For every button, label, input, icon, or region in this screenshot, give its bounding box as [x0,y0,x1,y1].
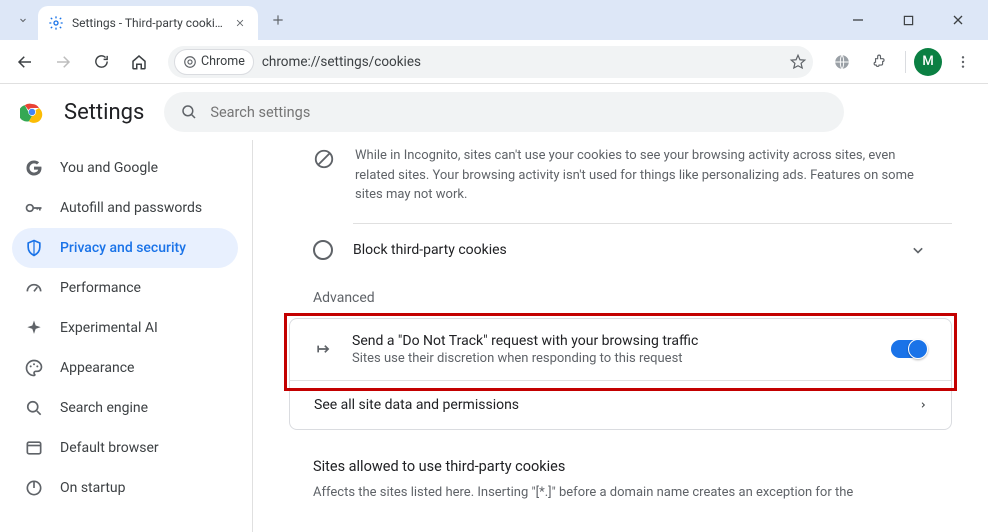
arrow-left-icon [16,53,34,71]
extensions-button[interactable] [863,45,897,79]
block-third-party-option[interactable]: Block third-party cookies [289,224,952,276]
address-bar[interactable]: Chrome chrome://settings/cookies [168,46,813,78]
dnt-subtitle: Sites use their discretion when respondi… [352,351,873,366]
sidebar-item-label: Autofill and passwords [60,200,202,216]
allowed-sites-desc: Affects the sites listed here. Inserting… [313,483,928,503]
sidebar-item-default-browser[interactable]: Default browser [12,428,238,468]
dnt-title: Send a "Do Not Track" request with your … [352,333,873,349]
incognito-info-row: While in Incognito, sites can't use your… [289,140,952,223]
settings-search-input[interactable] [210,104,828,121]
chrome-logo-icon [20,100,44,124]
key-icon [24,198,44,218]
puzzle-icon [872,53,889,70]
tab-close-button[interactable] [232,15,248,31]
url-text: chrome://settings/cookies [262,54,421,70]
browser-tab-active[interactable]: Settings - Third-party cookies [38,6,258,40]
sidebar-item-label: Appearance [60,360,134,376]
window-titlebar: Settings - Third-party cookies [0,0,988,40]
close-icon [952,14,964,26]
option-label: Block third-party cookies [353,242,888,258]
page-title: Settings [64,100,144,125]
chevron-right-icon [919,398,927,412]
sidebar-item-label: On startup [60,480,126,496]
shield-icon [24,238,44,258]
sidebar-item-label: You and Google [60,160,158,176]
sidebar-item-performance[interactable]: Performance [12,268,238,308]
privacy-globe-button[interactable] [825,45,859,79]
new-tab-button[interactable] [264,6,292,34]
dnt-toggle[interactable] [891,340,927,358]
see-all-label: See all site data and permissions [314,397,919,413]
radio-unchecked-icon[interactable] [313,240,333,260]
search-icon [180,103,198,121]
sidebar-item-label: Experimental AI [60,320,158,336]
allowed-sites-heading: Sites allowed to use third-party cookies [313,458,928,475]
bookmark-star-icon[interactable] [789,53,807,71]
browser-icon [24,438,44,458]
chrome-icon [183,55,197,69]
back-button[interactable] [8,45,42,79]
tabs-dropdown-button[interactable] [8,5,38,35]
power-icon [24,478,44,498]
sidebar-item-label: Default browser [60,440,159,456]
sidebar-item-experimental-ai[interactable]: Experimental AI [12,308,238,348]
sidebar-item-search-engine[interactable]: Search engine [12,388,238,428]
sidebar-item-label: Search engine [60,400,148,416]
maximize-icon [903,15,914,26]
sidebar-item-on-startup[interactable]: On startup [12,468,238,508]
chevron-down-icon[interactable] [908,240,928,260]
settings-header: Settings [0,84,988,140]
window-maximize-button[interactable] [886,5,930,35]
chevron-down-icon [17,14,29,26]
gear-icon [48,15,64,31]
browser-toolbar: Chrome chrome://settings/cookies M [0,40,988,84]
sidebar-item-privacy[interactable]: Privacy and security [12,228,238,268]
menu-button[interactable] [946,45,980,79]
settings-content: While in Incognito, sites can't use your… [253,140,988,532]
window-close-button[interactable] [936,5,980,35]
sidebar-item-you-and-google[interactable]: You and Google [12,148,238,188]
incognito-info-text: While in Incognito, sites can't use your… [355,146,928,205]
forward-button[interactable] [46,45,80,79]
home-button[interactable] [122,45,156,79]
minimize-icon [852,14,864,26]
advanced-section-label: Advanced [289,276,952,314]
speedometer-icon [24,278,44,298]
do-not-track-row[interactable]: Send a "Do Not Track" request with your … [290,319,951,380]
reload-button[interactable] [84,45,118,79]
home-icon [130,53,148,71]
globe-icon [833,53,851,71]
arrow-right-icon [54,53,72,71]
sidebar-item-autofill[interactable]: Autofill and passwords [12,188,238,228]
kebab-icon [955,54,971,70]
sidebar-item-label: Performance [60,280,141,296]
google-g-icon [24,158,44,178]
block-icon [313,148,335,170]
see-all-site-data-row[interactable]: See all site data and permissions [290,380,951,429]
send-arrow-icon [314,339,334,359]
settings-search-box[interactable] [164,92,844,132]
advanced-card: Send a "Do Not Track" request with your … [289,318,952,430]
window-minimize-button[interactable] [836,5,880,35]
sparkle-icon [24,318,44,338]
sidebar-item-label: Privacy and security [60,240,186,256]
plus-icon [271,13,285,27]
site-info-label: Chrome [201,54,245,69]
close-icon [235,18,245,28]
tab-title: Settings - Third-party cookies [72,16,224,30]
sidebar-item-appearance[interactable]: Appearance [12,348,238,388]
search-icon [24,398,44,418]
site-info-chip[interactable]: Chrome [174,49,254,75]
settings-sidebar: You and Google Autofill and passwords Pr… [0,140,252,532]
profile-avatar[interactable]: M [914,48,942,76]
palette-icon [24,358,44,378]
reload-icon [93,53,110,70]
